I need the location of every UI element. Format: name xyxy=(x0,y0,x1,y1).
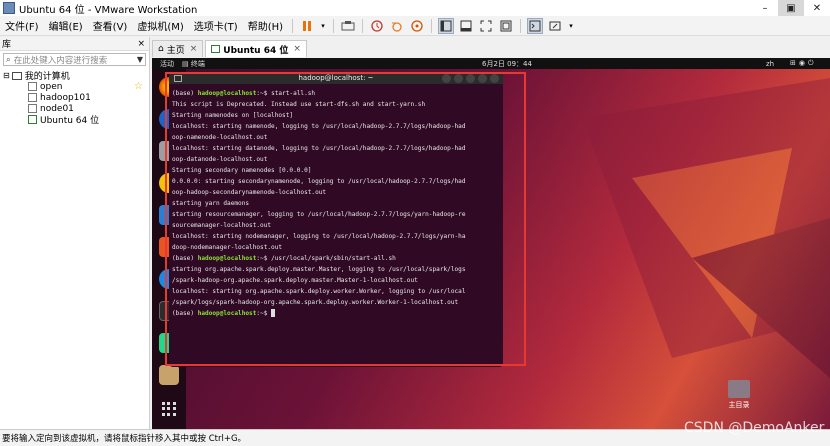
maximize-button[interactable]: ▣ xyxy=(778,0,804,16)
menu-edit[interactable]: 编辑(E) xyxy=(44,18,88,33)
menu-vm[interactable]: 虚拟机(M) xyxy=(132,18,188,33)
close-icon[interactable]: × xyxy=(137,39,145,49)
library-search-input[interactable]: ⌕ 在此处键入内容进行搜索 ▼ xyxy=(3,53,146,66)
chevron-down-icon[interactable]: ▼ xyxy=(137,55,143,64)
home-folder-label: 主目录 xyxy=(728,401,750,409)
home-folder-desktop-icon[interactable]: 主目录 xyxy=(724,380,754,410)
window-titlebar: Ubuntu 64 位 - VMware Workstation – ▣ ✕ xyxy=(0,0,830,16)
tab-ubuntu[interactable]: Ubuntu 64 位 × xyxy=(205,40,307,57)
toolbar-divider xyxy=(292,18,294,33)
show-apps-icon[interactable] xyxy=(162,402,176,416)
stretch-guest-icon[interactable] xyxy=(547,18,563,34)
snapshot-icon[interactable] xyxy=(369,18,385,34)
terminal-app-menu[interactable]: ▤ 终端 xyxy=(182,59,205,69)
tab-label: Ubuntu 64 位 xyxy=(223,45,289,56)
menu-view[interactable]: 查看(V) xyxy=(88,18,133,33)
menu-file[interactable]: 文件(F) xyxy=(0,18,44,33)
search-icon: ⌕ xyxy=(6,54,11,65)
clock[interactable]: 6月2日 09：44 xyxy=(482,59,532,69)
library-header: 库 × xyxy=(0,37,149,51)
tab-home[interactable]: ⌂ 主页 × xyxy=(152,40,204,57)
menu-bar: 文件(F) 编辑(E) 查看(V) 虚拟机(M) 选项卡(T) 帮助(H) ▾ … xyxy=(0,16,830,36)
activities-button[interactable]: 活动 xyxy=(160,59,174,69)
tree-item-hadoop101[interactable]: hadoop101 xyxy=(0,92,149,103)
collapse-icon[interactable]: ⊟ xyxy=(3,71,10,80)
vm-icon xyxy=(28,82,37,91)
disc-icon[interactable] xyxy=(159,365,179,385)
vm-tree: ⊟ 我的计算机 open ☆ hadoop101 node01 Ubuntu 6… xyxy=(0,70,149,126)
restore-snapshot-icon[interactable] xyxy=(389,18,405,34)
toolbar-divider xyxy=(431,18,433,33)
tree-item-ubuntu[interactable]: Ubuntu 64 位 xyxy=(0,114,149,126)
system-tray-icon[interactable]: ⊞◉⏻ xyxy=(790,59,817,68)
unity-mode-icon[interactable] xyxy=(498,18,514,34)
close-button[interactable]: ✕ xyxy=(804,0,830,16)
home-icon: ⌂ xyxy=(158,44,164,54)
menu-tabs[interactable]: 选项卡(T) xyxy=(189,18,243,33)
tree-item-label: hadoop101 xyxy=(40,92,91,103)
status-text: 要将输入定向到该虚拟机，请将鼠标指针移入其中或按 Ctrl+G。 xyxy=(2,434,247,444)
console-view-icon[interactable] xyxy=(527,17,544,34)
vmware-logo-icon xyxy=(3,2,15,14)
thumbnail-bar-icon[interactable] xyxy=(458,18,474,34)
gnome-top-bar: 活动 ▤ 终端 6月2日 09：44 zh ⊞◉⏻ xyxy=(152,58,830,69)
tree-root-label: 我的计算机 xyxy=(24,72,70,82)
pause-icon[interactable] xyxy=(299,18,315,34)
minimize-button[interactable]: – xyxy=(752,0,778,16)
watermark: CSDN @DemoAnker xyxy=(684,420,825,436)
tree-item-label: node01 xyxy=(40,103,74,114)
window-title: Ubuntu 64 位 - VMware Workstation xyxy=(19,4,198,16)
show-library-icon[interactable] xyxy=(438,17,455,34)
folder-icon xyxy=(728,380,750,398)
search-placeholder: 在此处键入内容进行搜索 xyxy=(13,55,108,66)
chevron-down-icon[interactable]: ▾ xyxy=(567,18,575,34)
send-ctrl-alt-del-icon[interactable] xyxy=(340,18,356,34)
chevron-down-icon[interactable]: ▾ xyxy=(319,18,327,34)
tree-item-label: Ubuntu 64 位 xyxy=(40,116,100,126)
library-pane: 库 × ⌕ 在此处键入内容进行搜索 ▼ ⊟ 我的计算机 open ☆ hadoo… xyxy=(0,37,150,429)
toolbar-divider xyxy=(362,18,364,33)
toolbar-divider xyxy=(520,18,522,33)
vm-icon xyxy=(28,104,37,113)
toolbar-divider xyxy=(333,18,335,33)
close-icon[interactable]: × xyxy=(293,44,301,54)
tab-label: 主页 xyxy=(166,45,185,56)
tree-item-open[interactable]: open ☆ xyxy=(0,81,149,92)
snapshot-manager-icon[interactable] xyxy=(409,18,425,34)
vm-icon xyxy=(211,45,221,53)
computer-icon xyxy=(11,71,22,80)
highlight-box xyxy=(165,72,526,366)
input-method-indicator[interactable]: zh xyxy=(766,60,774,68)
tree-item-label: open xyxy=(40,81,63,92)
vm-icon xyxy=(28,93,37,102)
library-title: 库 xyxy=(2,40,12,50)
running-vm-icon xyxy=(28,115,37,124)
terminal-app-label: 终端 xyxy=(190,59,205,68)
tree-root-my-computer[interactable]: ⊟ 我的计算机 xyxy=(0,70,149,82)
close-icon[interactable]: × xyxy=(190,44,198,54)
menu-help[interactable]: 帮助(H) xyxy=(243,18,288,33)
fullscreen-icon[interactable] xyxy=(478,18,494,34)
vm-tab-bar: ⌂ 主页 × Ubuntu 64 位 × xyxy=(152,40,309,57)
star-icon[interactable]: ☆ xyxy=(134,81,143,92)
